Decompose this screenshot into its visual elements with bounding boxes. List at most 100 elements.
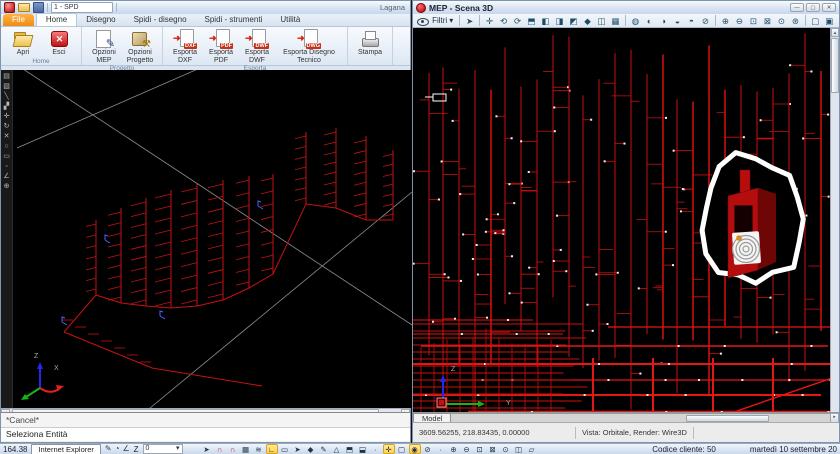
scene-vertical-scrollbar[interactable]: ▴ ▾ xyxy=(830,28,839,425)
wireframe-mode-icon[interactable]: ▦ xyxy=(609,15,622,27)
orbit-icon[interactable]: ⟲ xyxy=(497,15,510,27)
zoom-prev-sb-icon[interactable]: ⊙ xyxy=(500,444,512,454)
drawing-canvas[interactable]: ▤▧╲▞✛↻✕○▭◦∠⊕ Z X xyxy=(1,70,412,408)
zoom-out-sb-icon[interactable]: ⊖ xyxy=(461,444,473,454)
disable-icon[interactable]: ⊘ xyxy=(422,444,434,454)
filters-dropdown[interactable]: Filtri ▾ xyxy=(429,16,456,25)
shadows-icon[interactable]: ◒ xyxy=(671,15,684,27)
ortho-toggle-icon[interactable]: ∟ xyxy=(266,444,278,454)
z-value-combo[interactable]: 0 ▾ xyxy=(143,444,183,454)
scene-hscroll-thumb[interactable] xyxy=(686,415,769,422)
select-tool-icon[interactable]: ▧ xyxy=(2,82,11,91)
level-combo[interactable]: 1 - SPD xyxy=(51,2,113,13)
render-icon[interactable]: ◍ xyxy=(629,15,642,27)
taskbar-internet-explorer-button[interactable]: Internet Explorer xyxy=(31,444,100,454)
materials-icon[interactable]: ◑ xyxy=(657,15,670,27)
divider-dot-icon[interactable]: · xyxy=(370,444,382,454)
tab-home[interactable]: Home xyxy=(36,13,77,26)
tab-file[interactable]: File xyxy=(3,14,34,26)
scroll-up-arrow[interactable]: ▴ xyxy=(831,28,839,37)
scene-titlebar[interactable]: MEP - Scena 3D —▢✕ xyxy=(413,1,839,14)
esporta-disegno-tecnico-button[interactable]: DWGEsporta DisegnoTecnico xyxy=(276,29,342,64)
zoom-in-sb-icon[interactable]: ⊕ xyxy=(448,444,460,454)
gizmo-icon[interactable]: ◆ xyxy=(305,444,317,454)
protractor-icon[interactable]: ◔ xyxy=(115,444,120,454)
zoom-in-icon[interactable]: ⊕ xyxy=(719,15,732,27)
zoom-selected-icon[interactable]: ⊛ xyxy=(789,15,802,27)
opzioni-progetto-button[interactable]: OpzioniProgetto xyxy=(123,29,157,64)
pointer-mode-icon[interactable]: ➤ xyxy=(201,444,213,454)
solid-top-icon[interactable]: ⬒ xyxy=(344,444,356,454)
roll-view-icon[interactable]: ⟳ xyxy=(511,15,524,27)
snap-magnet2-icon[interactable]: ∩ xyxy=(227,444,239,454)
view-camera-icon[interactable]: ◆ xyxy=(581,15,594,27)
view-top-icon[interactable]: ⬒ xyxy=(525,15,538,27)
angle-icon[interactable]: ∠ xyxy=(122,444,129,454)
frame-toggle-icon[interactable]: ▢ xyxy=(396,444,408,454)
zoom-previous-icon[interactable]: ⊙ xyxy=(775,15,788,27)
edit-pencil-icon[interactable]: ✎ xyxy=(318,444,330,454)
pan-icon[interactable]: ✛ xyxy=(483,15,496,27)
snap-magnet-icon[interactable]: ∩ xyxy=(214,444,226,454)
select-cursor-icon[interactable]: ➤ xyxy=(292,444,304,454)
erase-tool-icon[interactable]: ✕ xyxy=(2,132,11,141)
zoom-out-icon[interactable]: ⊖ xyxy=(733,15,746,27)
edit-pen-icon[interactable]: ✎ xyxy=(105,444,112,454)
tab-disegno[interactable]: Disegno xyxy=(77,14,124,26)
open-quick-icon[interactable] xyxy=(18,3,30,12)
restore-button[interactable]: ▢ xyxy=(806,3,820,12)
vertical-scroll-thumb[interactable] xyxy=(831,38,839,93)
screen-icon[interactable]: ▭ xyxy=(279,444,291,454)
close-button[interactable]: ✕ xyxy=(822,3,836,12)
visibility-eye-icon[interactable] xyxy=(416,15,428,27)
polyline-tool-icon[interactable]: ▞ xyxy=(2,102,11,111)
angle-tool-icon[interactable]: ∠ xyxy=(2,172,11,181)
fullscreen-icon[interactable]: ▣ xyxy=(823,15,836,27)
zoom-extents-sb-icon[interactable]: ⊠ xyxy=(487,444,499,454)
circle-tool-icon[interactable]: ○ xyxy=(2,142,11,151)
zoom-window-sb-icon[interactable]: ⊡ xyxy=(474,444,486,454)
esporta-dxf-button[interactable]: DXFEsportaDXF xyxy=(168,29,202,64)
scene-3d-viewport[interactable]: Z Y xyxy=(413,28,832,425)
stampa-button[interactable]: Stampa xyxy=(353,29,387,57)
rect-tool-icon[interactable]: ▭ xyxy=(2,152,11,161)
hatch-toggle-icon[interactable]: ≋ xyxy=(253,444,265,454)
draw-triangle-icon[interactable]: △ xyxy=(331,444,343,454)
layout-icon[interactable]: ▱ xyxy=(526,444,538,454)
view-iso-icon[interactable]: ◩ xyxy=(567,15,580,27)
lights-icon[interactable]: ◐ xyxy=(643,15,656,27)
view-right-icon[interactable]: ◨ xyxy=(553,15,566,27)
zoom-window-icon[interactable]: ⊡ xyxy=(747,15,760,27)
save-quick-icon[interactable] xyxy=(33,2,44,13)
apri-button[interactable]: Apri xyxy=(6,29,40,57)
crosshair-toggle-icon[interactable]: ✛ xyxy=(383,444,395,454)
line-tool-icon[interactable]: ╲ xyxy=(2,92,11,101)
zoom-extents-icon[interactable]: ⊠ xyxy=(761,15,774,27)
esporta-dwf-button[interactable]: DWFEsportaDWF xyxy=(240,29,274,64)
esporta-pdf-button[interactable]: PDFEsportaPDF xyxy=(204,29,238,64)
move-tool-icon[interactable]: ✛ xyxy=(2,112,11,121)
command-prompt-input[interactable]: Seleziona Entità xyxy=(1,427,410,441)
tab-utilit[interactable]: Utilità xyxy=(271,14,309,26)
sheet-icon[interactable]: ◫ xyxy=(513,444,525,454)
eye-toggle-icon[interactable]: ◉ xyxy=(409,444,421,454)
grid-toggle-icon[interactable]: ▦ xyxy=(240,444,252,454)
divider-dot2-icon[interactable]: · xyxy=(435,444,447,454)
tab-spidi-strumenti[interactable]: Spidi - strumenti xyxy=(196,14,272,26)
minimize-button[interactable]: — xyxy=(790,3,804,12)
selection-mode-icon[interactable]: ➤ xyxy=(463,15,476,27)
esci-button[interactable]: Esci xyxy=(42,29,76,57)
zoom-tool-icon[interactable]: ⊕ xyxy=(2,182,11,191)
shade-mode-icon[interactable]: ◫ xyxy=(595,15,608,27)
palette-icon[interactable]: ▤ xyxy=(2,72,11,81)
opzioni-mep-button[interactable]: OpzioniMEP xyxy=(87,29,121,64)
main-cad-window: 1 - SPD Lagana FileHomeDisegnoSpidi - di… xyxy=(0,0,411,443)
viewport-icon[interactable]: ▢ xyxy=(809,15,822,27)
view-front-icon[interactable]: ◧ xyxy=(539,15,552,27)
background-icon[interactable]: ◓ xyxy=(685,15,698,27)
tab-spidi-disegno[interactable]: Spidi - disegno xyxy=(125,14,196,26)
solid-bottom-icon[interactable]: ⬓ xyxy=(357,444,369,454)
node-tool-icon[interactable]: ◦ xyxy=(2,162,11,171)
section-icon[interactable]: ⊘ xyxy=(699,15,712,27)
rotate-tool-icon[interactable]: ↻ xyxy=(2,122,11,131)
